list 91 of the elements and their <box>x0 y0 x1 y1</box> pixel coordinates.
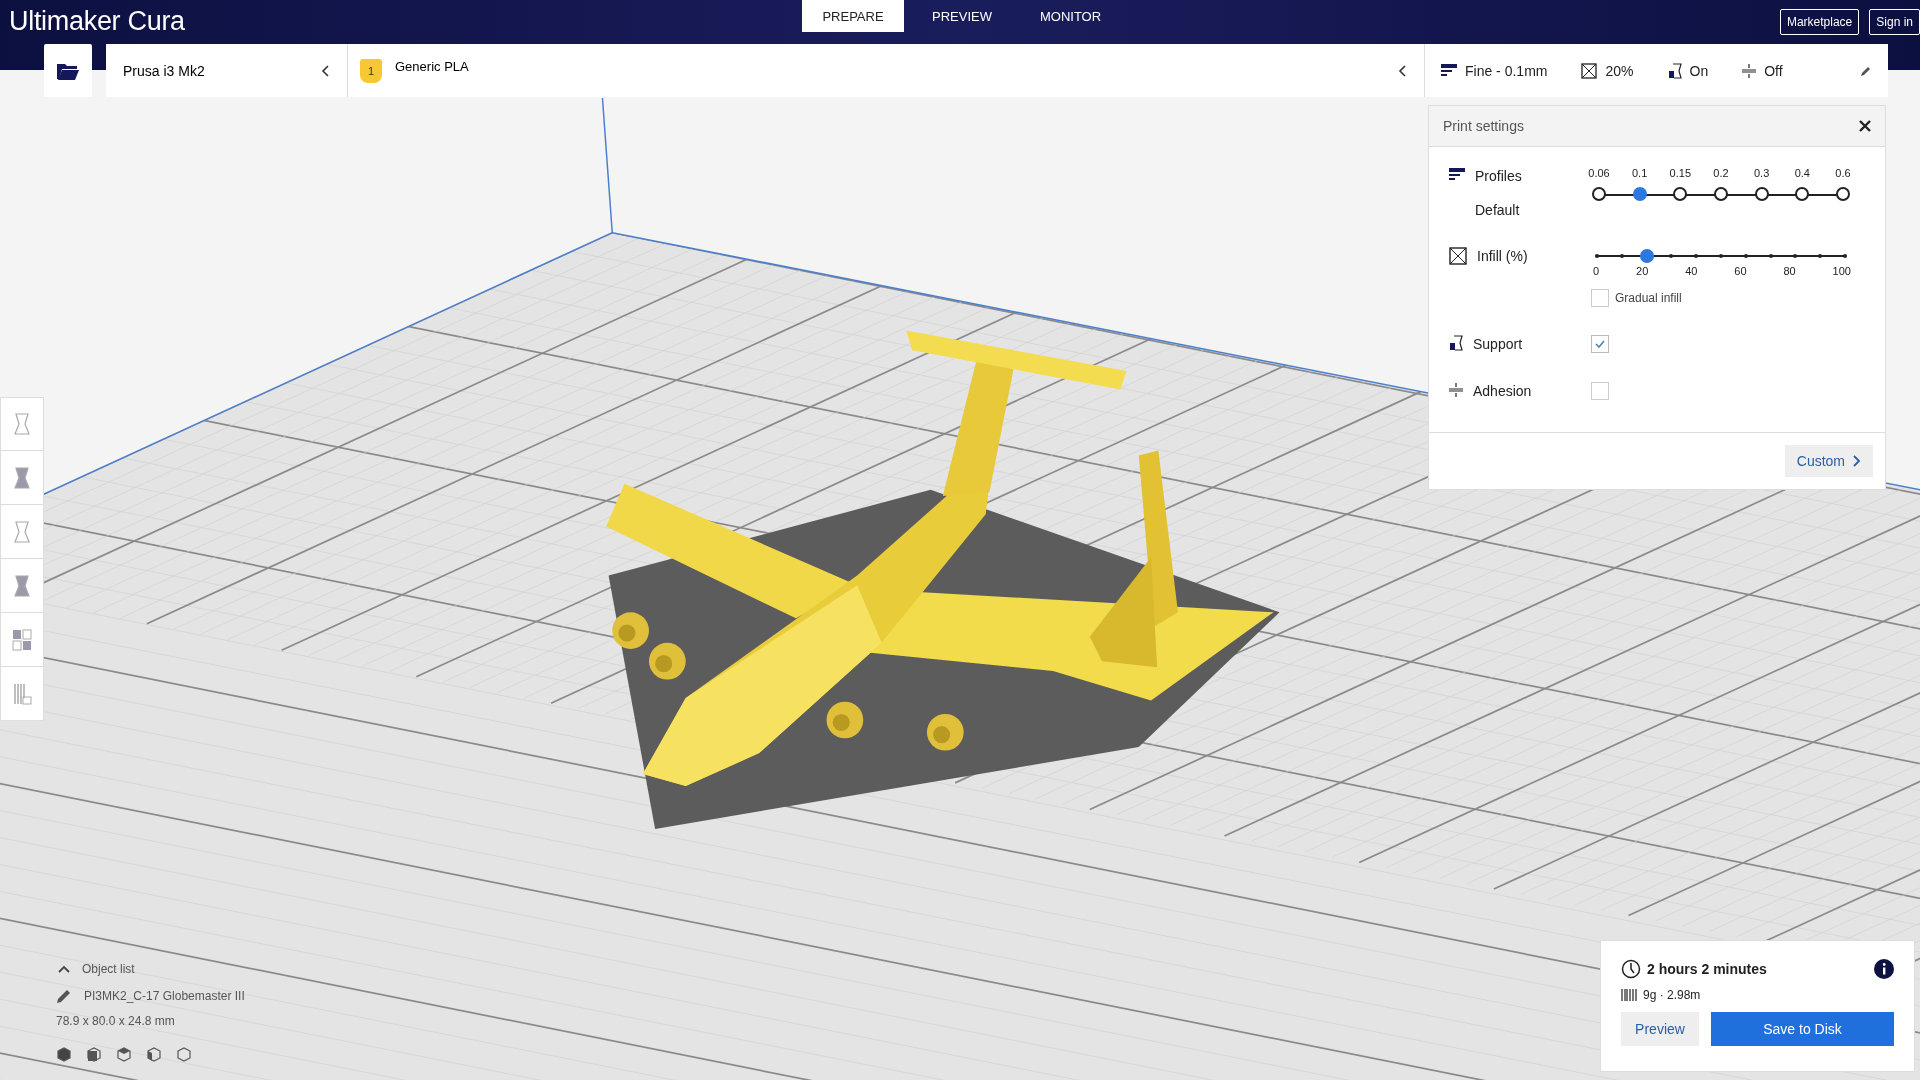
view-button[interactable] <box>56 1046 72 1062</box>
cube-icon <box>56 1046 72 1062</box>
layer-height-option[interactable] <box>1713 187 1728 201</box>
print-settings-summary[interactable]: Fine - 0.1mm 20% On Off <box>1425 44 1888 97</box>
layer-height-label: 0.3 <box>1753 167 1770 179</box>
open-file-button[interactable] <box>44 44 92 97</box>
filament-icon <box>1621 987 1637 1003</box>
object-dimensions: 78.9 x 80.0 x 24.8 mm <box>56 1014 176 1028</box>
chevron-left-icon <box>1398 64 1406 77</box>
view-button[interactable] <box>176 1046 192 1062</box>
shape-icon <box>11 412 33 436</box>
close-button[interactable] <box>1859 120 1871 132</box>
print-time: 2 hours 2 minutes <box>1647 961 1767 977</box>
tool-button[interactable] <box>0 559 44 613</box>
info-icon[interactable] <box>1874 959 1894 979</box>
chevron-right-icon <box>1853 455 1861 467</box>
tool-button[interactable] <box>0 613 44 667</box>
tick-label: 60 <box>1734 265 1747 277</box>
layer-height-label: 0.06 <box>1588 167 1610 179</box>
adhesion-value: Off <box>1764 62 1783 79</box>
profile-icon <box>1441 63 1457 78</box>
save-button[interactable]: Save to Disk <box>1711 1012 1894 1046</box>
setting-label: Infill (%) <box>1477 247 1528 265</box>
custom-button[interactable]: Custom <box>1784 445 1873 477</box>
profile-name: Default <box>1475 201 1521 219</box>
layer-height-label: 0.15 <box>1669 167 1692 179</box>
material-selector[interactable]: 1 Generic PLA <box>348 44 1425 97</box>
layer-height-label: 0.2 <box>1713 167 1729 179</box>
view-button[interactable] <box>146 1046 162 1062</box>
checkbox-label: Gradual infill <box>1615 291 1682 305</box>
support-icon <box>1449 335 1463 351</box>
cube-icon <box>86 1046 102 1062</box>
layer-height-option[interactable] <box>1673 187 1688 201</box>
setting-label: Support <box>1473 335 1523 353</box>
shape-icon <box>11 627 33 652</box>
setting-label: Adhesion <box>1473 382 1532 400</box>
layer-height-label: 0.6 <box>1835 167 1851 179</box>
layer-height-option[interactable] <box>1754 187 1769 201</box>
account-button[interactable]: Sign in <box>1869 8 1920 35</box>
support-icon <box>1667 62 1682 79</box>
checkbox[interactable] <box>1591 382 1609 400</box>
checkmark-icon <box>1595 340 1605 348</box>
chevron-left-icon <box>321 64 329 77</box>
layer-height-label: 0.4 <box>1794 167 1810 179</box>
stage-tab[interactable]: PREVIEW <box>912 0 1012 32</box>
tick-label: 20 <box>1636 265 1649 277</box>
account-button[interactable]: Marketplace <box>1779 8 1860 35</box>
object-name: PI3MK2_C-17 Globemaster III <box>84 989 245 1003</box>
stage-tab[interactable]: PREPARE <box>802 0 904 32</box>
support-value: On <box>1689 62 1709 79</box>
view-button[interactable] <box>116 1046 132 1062</box>
layer-height-label: 0.1 <box>1632 167 1648 179</box>
pencil-icon <box>56 988 72 1004</box>
object-list-toggle[interactable]: Object list <box>58 958 245 980</box>
setting-label: Profiles <box>1475 167 1522 185</box>
slider-handle[interactable] <box>1639 249 1654 263</box>
layer-height-option[interactable] <box>1795 187 1810 201</box>
view-button[interactable] <box>86 1046 102 1062</box>
shape-icon <box>11 519 33 544</box>
adhesion-icon <box>1449 382 1463 398</box>
profile-icon <box>1449 167 1465 183</box>
clock-icon <box>1621 959 1641 979</box>
shape-icon <box>11 573 33 598</box>
preview-button[interactable]: Preview <box>1621 1012 1699 1046</box>
checkbox[interactable] <box>1591 289 1609 307</box>
tick-label: 40 <box>1685 265 1698 277</box>
tool-button[interactable] <box>0 451 44 505</box>
tick-label: 0 <box>1593 265 1600 277</box>
tick-label: 80 <box>1783 265 1796 277</box>
printer-selector[interactable]: Prusa i3 Mk2 <box>106 44 348 97</box>
panel-title: Print settings <box>1443 118 1524 134</box>
checkbox[interactable] <box>1591 335 1609 353</box>
material-usage: 9g · 2.98m <box>1643 988 1701 1002</box>
shape-icon <box>11 681 33 706</box>
tick-label: 100 <box>1832 265 1851 277</box>
layer-height-option[interactable] <box>1835 187 1850 201</box>
app-logo: Ultimaker Cura <box>8 6 185 37</box>
layer-height-option[interactable] <box>1592 187 1606 201</box>
cube-icon <box>176 1046 192 1062</box>
stage-tab[interactable]: MONITOR <box>1019 0 1122 32</box>
pencil-icon <box>1860 64 1872 77</box>
cube-icon <box>146 1046 162 1062</box>
shape-icon <box>11 465 33 490</box>
infill-icon <box>1449 247 1467 265</box>
cube-icon <box>116 1046 132 1062</box>
profile-value: Fine - 0.1mm <box>1465 62 1548 79</box>
infill-value: 20% <box>1605 62 1634 79</box>
adhesion-icon <box>1742 62 1757 79</box>
extruder-badge: 1 <box>360 58 382 83</box>
infill-icon <box>1581 62 1598 79</box>
close-icon <box>1859 120 1871 132</box>
